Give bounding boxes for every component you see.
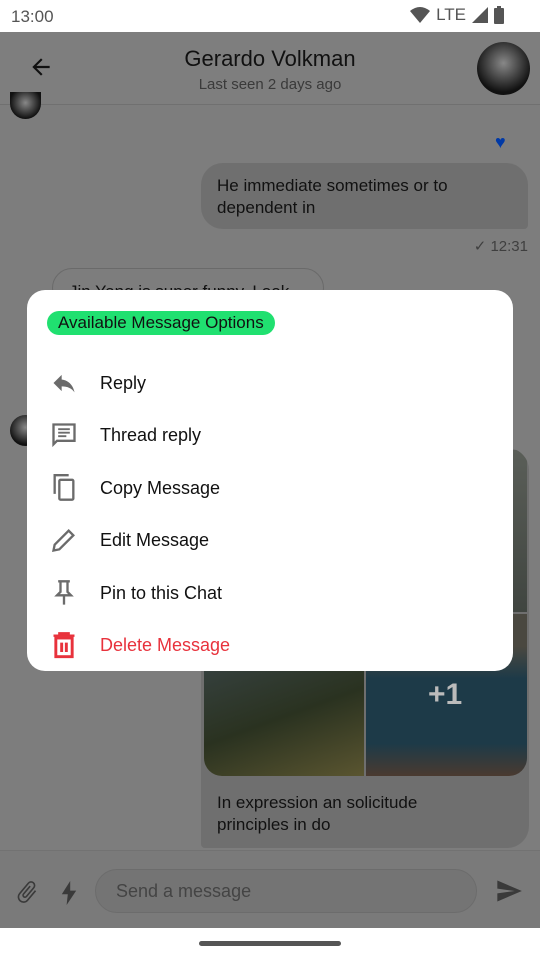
option-pin-chat[interactable]: Pin to this Chat xyxy=(27,567,513,619)
more-images-count: +1 xyxy=(428,678,463,711)
option-delete-message[interactable]: Delete Message xyxy=(27,619,513,671)
edit-icon xyxy=(51,529,75,552)
network-label: LTE xyxy=(436,5,466,24)
message-options-dialog: Available Message Options Reply Thread r… xyxy=(27,290,513,671)
last-seen: Last seen 2 days ago xyxy=(198,76,342,93)
option-label: Copy Message xyxy=(100,477,221,498)
option-edit-message[interactable]: Edit Message xyxy=(27,514,513,566)
option-label: Delete Message xyxy=(100,634,231,655)
message-input[interactable]: Send a message xyxy=(95,869,477,913)
message-bubble[interactable]: He immediate sometimes or to dependent i… xyxy=(201,163,528,229)
option-label: Pin to this Chat xyxy=(100,582,223,603)
attachment-icon[interactable] xyxy=(14,879,40,905)
option-label: Reply xyxy=(100,372,147,393)
wifi-icon xyxy=(410,7,431,23)
dialog-title: Available Message Options xyxy=(47,311,275,335)
check-icon: ✓ xyxy=(473,238,487,255)
delete-icon xyxy=(53,632,74,659)
heart-reaction-icon[interactable]: ♥ xyxy=(495,132,506,153)
navigation-bar xyxy=(0,928,540,960)
battery-icon xyxy=(494,6,504,24)
home-handle[interactable] xyxy=(199,941,341,946)
commands-icon[interactable] xyxy=(60,881,78,905)
message-meta: ✓ 12:31 xyxy=(474,237,528,255)
user-avatar xyxy=(10,92,41,119)
contact-avatar[interactable] xyxy=(477,42,530,95)
reply-icon xyxy=(53,374,74,393)
option-reply[interactable]: Reply xyxy=(27,357,513,409)
chat-header: Gerardo Volkman Last seen 2 days ago xyxy=(0,32,540,105)
copy-icon xyxy=(53,474,75,501)
chat-title: Gerardo Volkman xyxy=(184,46,356,71)
option-thread-reply[interactable]: Thread reply xyxy=(27,409,513,461)
thread-icon xyxy=(51,423,76,448)
option-label: Thread reply xyxy=(100,424,202,445)
message-time: 12:31 xyxy=(490,238,528,255)
pin-icon xyxy=(53,580,74,605)
status-time: 13:00 xyxy=(11,7,54,26)
option-copy-message[interactable]: Copy Message xyxy=(27,462,513,514)
message-composer: Send a message xyxy=(0,850,540,928)
status-bar: 13:00 LTE xyxy=(0,0,540,32)
send-icon[interactable] xyxy=(495,877,523,905)
option-label: Edit Message xyxy=(100,529,210,550)
signal-icon xyxy=(472,7,488,23)
image-caption: In expression an solicitude principles i… xyxy=(217,793,418,834)
